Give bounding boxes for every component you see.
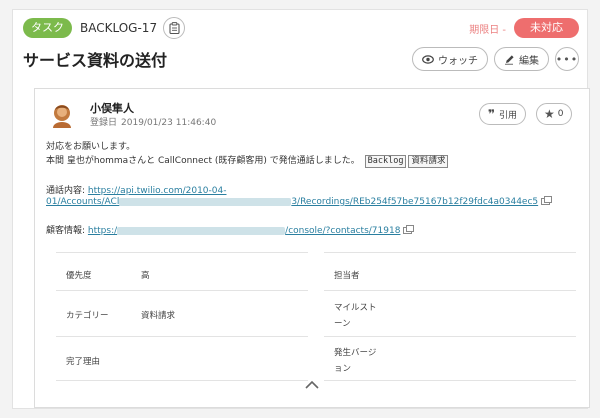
call-url-link-2a[interactable]: 01/Accounts/ACl bbox=[46, 197, 119, 207]
divider bbox=[324, 336, 576, 337]
divider bbox=[56, 252, 308, 253]
divider bbox=[56, 380, 308, 381]
customer-url-b[interactable]: /console/?contacts/71918 bbox=[285, 226, 400, 236]
chevron-up-icon[interactable] bbox=[304, 379, 320, 391]
title-row: サービス資料の送付 ウォッチ 編集 ••• bbox=[23, 46, 579, 72]
watch-label: ウォッチ bbox=[438, 55, 478, 67]
priority-value: 高 bbox=[141, 271, 150, 281]
more-icon: ••• bbox=[555, 52, 579, 66]
issue-type-badge: タスク bbox=[23, 18, 72, 38]
call-url-line-2: 01/Accounts/ACl 3/Recordings/REb254f57be7… bbox=[46, 196, 553, 207]
avatar bbox=[53, 105, 71, 128]
issue-page: タスク BACKLOG-17 期限日 - 未対応 サービス資料の送付 ウォッチ bbox=[12, 9, 590, 409]
version-label-1: 発生バージ bbox=[334, 348, 377, 358]
status-badge[interactable]: 未対応 bbox=[514, 18, 579, 38]
comment-card: 小俣隼人 登録日 2019/01/23 11:46:40 ❞ 引用 ★ 0 対応を… bbox=[34, 88, 590, 408]
created-datetime: 2019/01/23 11:46:40 bbox=[121, 118, 217, 128]
milestone-label-1: マイルスト bbox=[334, 303, 377, 313]
edit-label: 編集 bbox=[519, 55, 539, 67]
category-value: 資料請求 bbox=[141, 311, 176, 321]
issue-key: BACKLOG-17 bbox=[80, 21, 158, 35]
comment-created: 登録日 2019/01/23 11:46:40 bbox=[90, 115, 216, 128]
divider bbox=[324, 380, 576, 381]
customer-line: 顧客情報: https:/ /console/?contacts/71918 bbox=[46, 223, 415, 236]
copy-key-button[interactable] bbox=[163, 17, 186, 39]
page-title: サービス資料の送付 bbox=[23, 51, 168, 70]
divider bbox=[324, 290, 576, 291]
external-link-icon[interactable] bbox=[403, 225, 415, 234]
divider bbox=[56, 336, 308, 337]
redacted-text bbox=[119, 197, 292, 206]
external-link-icon[interactable] bbox=[541, 196, 553, 205]
watch-button[interactable]: ウォッチ bbox=[412, 47, 488, 71]
comment-author[interactable]: 小俣隼人 bbox=[90, 100, 134, 116]
priority-label: 優先度 bbox=[66, 271, 92, 281]
quote-button[interactable]: ❞ 引用 bbox=[479, 103, 527, 125]
customer-url-a[interactable]: https:/ bbox=[88, 226, 117, 236]
quote-label: 引用 bbox=[499, 110, 518, 121]
customer-label: 顧客情報: bbox=[46, 226, 86, 236]
call-label: 通話内容: bbox=[46, 186, 86, 196]
eye-icon bbox=[422, 54, 434, 64]
divider bbox=[56, 290, 308, 291]
redacted-text bbox=[117, 226, 286, 235]
assignee-label: 担当者 bbox=[334, 271, 360, 281]
category-label: カテゴリー bbox=[66, 311, 109, 321]
tag-request: 資料請求 bbox=[408, 155, 449, 168]
version-label-2: ョン bbox=[334, 364, 352, 374]
resolution-label: 完了理由 bbox=[66, 357, 101, 367]
comment-line-1: 対応をお願いします。 bbox=[46, 142, 136, 152]
more-options-button[interactable]: ••• bbox=[555, 47, 579, 71]
milestone-label-2: ーン bbox=[334, 319, 351, 329]
clipboard-icon bbox=[169, 22, 180, 34]
due-date: 期限日 - bbox=[469, 24, 506, 36]
call-url-line-1: 通話内容: https://api.twilio.com/2010-04- bbox=[46, 183, 226, 196]
quote-icon: ❞ bbox=[488, 107, 496, 121]
comment-body: 対応をお願いします。 本間 皇也がhommaさんと CallConnect (既… bbox=[46, 140, 581, 168]
star-icon: ★ bbox=[544, 107, 555, 121]
call-url-link-2b[interactable]: 3/Recordings/REb254f57be75167b12f29fdc4a… bbox=[291, 197, 538, 207]
edit-button[interactable]: 編集 bbox=[494, 47, 549, 71]
comment-line-2: 本間 皇也がhommaさんと CallConnect (既存顧客用) で発信通話… bbox=[46, 154, 581, 168]
issue-header: タスク BACKLOG-17 期限日 - 未対応 bbox=[23, 16, 579, 40]
call-summary: 本間 皇也がhommaさんと CallConnect (既存顧客用) で発信通話… bbox=[46, 156, 360, 166]
tag-backlog: Backlog bbox=[364, 155, 407, 168]
star-button[interactable]: ★ 0 bbox=[536, 103, 572, 125]
star-count: 0 bbox=[557, 109, 564, 119]
created-label: 登録日 bbox=[90, 118, 118, 128]
call-url-link-1[interactable]: https://api.twilio.com/2010-04- bbox=[88, 186, 227, 196]
divider bbox=[324, 252, 576, 253]
pencil-icon bbox=[505, 54, 514, 65]
